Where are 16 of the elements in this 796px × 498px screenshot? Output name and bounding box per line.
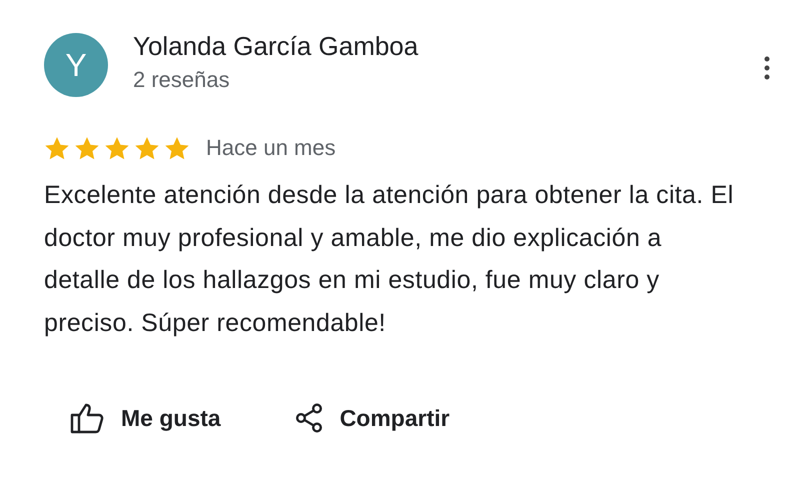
- star-icon: [134, 136, 160, 160]
- thumbs-up-icon: [70, 402, 104, 434]
- review-date: Hace un mes: [206, 135, 336, 161]
- more-menu-button[interactable]: [764, 56, 770, 80]
- avatar: Y: [44, 33, 108, 97]
- reviewer-name: Yolanda García Gamboa: [133, 30, 418, 62]
- review-text: Excelente atención desde la atención para obtener la cita. El doctor muy profesional y amable, me dio explicación a detalle de los hallazgos en mi estudio, fue muy claro y preciso. Súper recomendable!: [44, 180, 735, 338]
- star-icon: [44, 136, 70, 160]
- star-icon: [164, 136, 190, 160]
- review-count: 2 reseñas: [133, 66, 231, 94]
- star-icon: [104, 136, 130, 160]
- star-icon: [74, 136, 100, 160]
- share-button[interactable]: Compartir: [294, 402, 450, 434]
- more-icon: [764, 56, 770, 80]
- like-button[interactable]: Me gusta: [70, 402, 221, 434]
- share-icon: [294, 403, 323, 433]
